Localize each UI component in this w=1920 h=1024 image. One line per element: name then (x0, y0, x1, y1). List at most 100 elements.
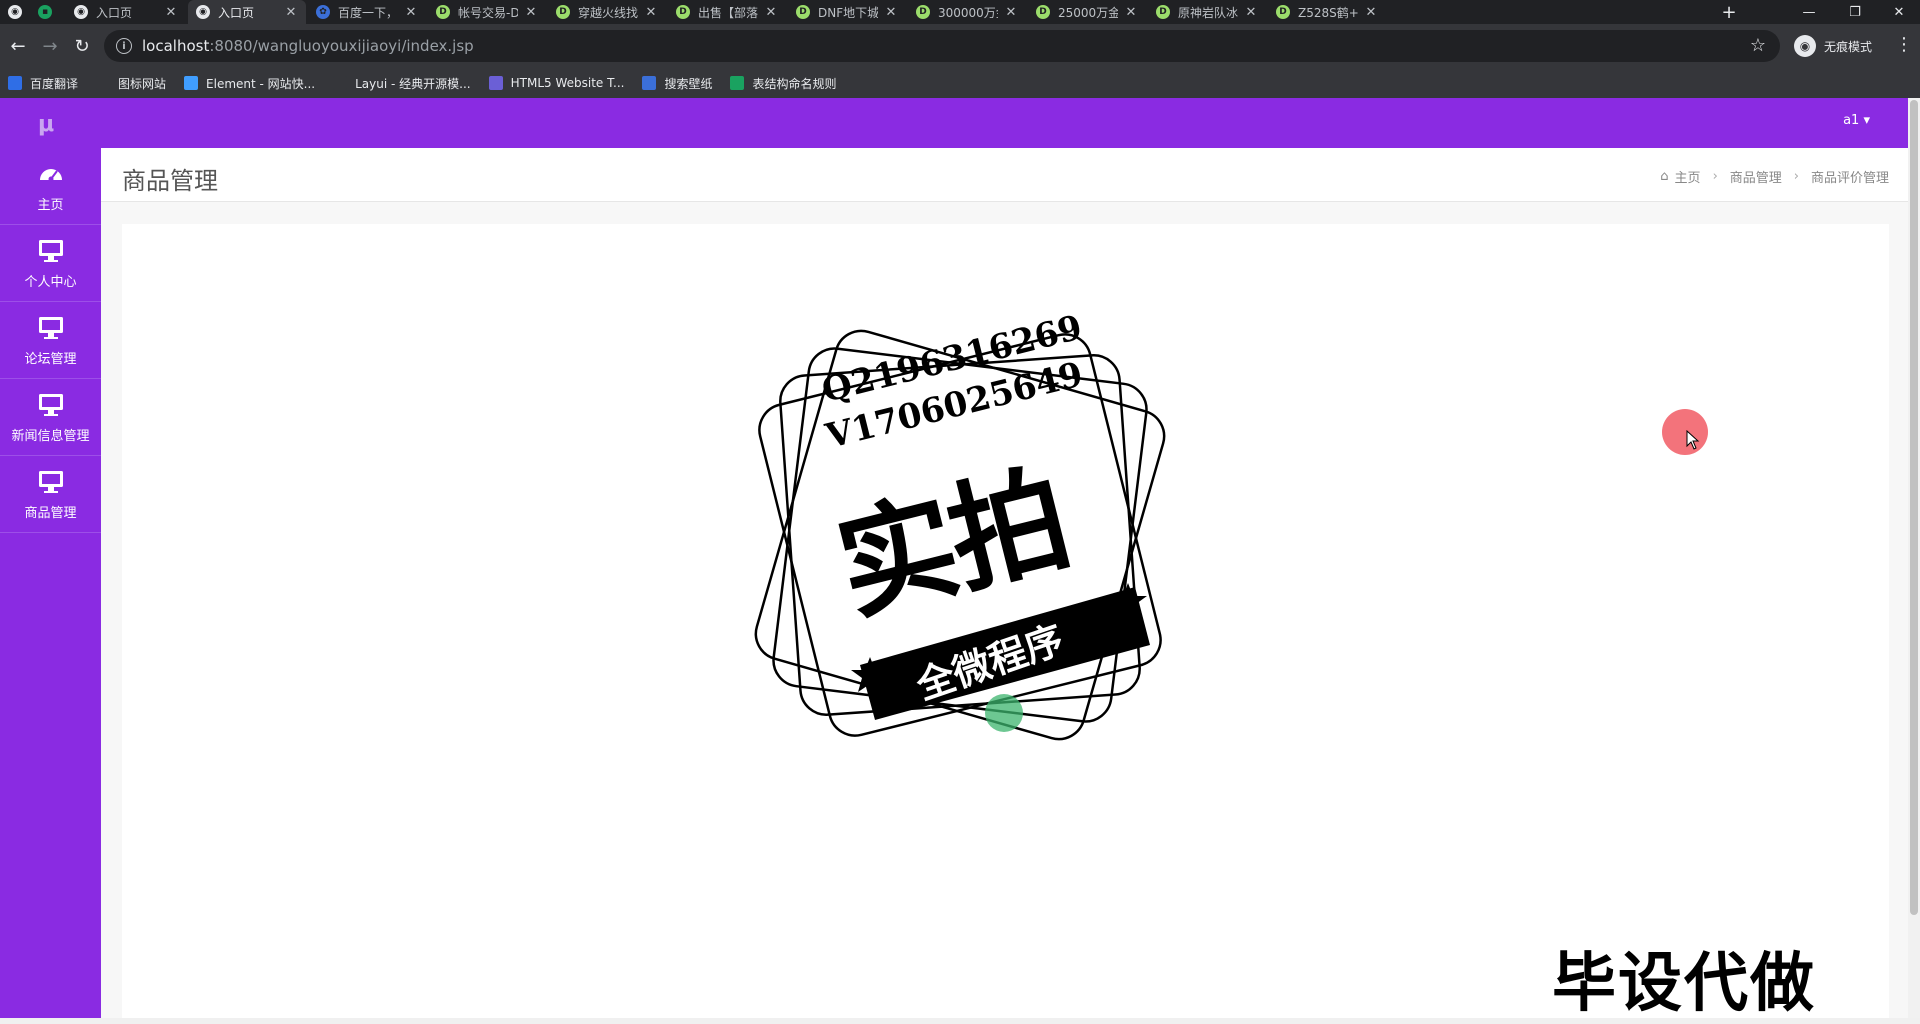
bookmark-star-icon[interactable]: ☆ (1750, 35, 1766, 56)
tab-close-icon[interactable]: ✕ (764, 5, 778, 20)
close-window-button[interactable]: ✕ (1876, 0, 1920, 24)
browser-tab[interactable]: ◉ 入口页 ✕ (188, 0, 306, 24)
tab-close-icon[interactable]: ✕ (644, 5, 658, 20)
browser-tab[interactable]: D 300000万金币 ✕ (908, 0, 1026, 24)
tab-close-icon[interactable]: ✕ (1124, 5, 1138, 20)
browser-tab[interactable]: D DNF地下城与勇 ✕ (788, 0, 906, 24)
d-icon: D (1276, 5, 1290, 19)
incognito-profile-button[interactable]: ◉ 无痕模式 (1794, 32, 1872, 60)
bookmark-item[interactable]: 搜索壁纸 (642, 75, 712, 92)
tab-close-icon[interactable]: ✕ (1004, 5, 1018, 20)
page-scrollbar[interactable] (1908, 98, 1920, 1018)
tab-title: 出售【部落】★ (698, 5, 758, 20)
tab-title: 帐号交易-DD3 (458, 5, 518, 20)
bookmark-icon (730, 76, 745, 90)
tab-close-icon[interactable]: ✕ (284, 5, 298, 20)
restore-button[interactable]: ❐ (1832, 0, 1878, 24)
address-url[interactable]: localhost:8080/wangluoyouxijiaoyi/index.… (142, 37, 474, 55)
breadcrumb-separator: › (1793, 169, 1799, 184)
sidebar-item[interactable]: 个人中心 (0, 225, 101, 302)
d-icon: D (796, 5, 810, 19)
browser-tab[interactable]: ✿ 百度一下，你就 ✕ (308, 0, 426, 24)
breadcrumb-separator: › (1712, 169, 1718, 184)
bookmark-item[interactable]: Element - 网站快... (184, 75, 315, 92)
browser-tab-strip: ◉ ▪ ◉ 入口页 ✕ ◉ 入口页 ✕ ✿ 百度一下，你就 ✕ D 帐号交易-DD3 ✕ D 穿越火线找回包 ✕… (0, 0, 1920, 24)
sidebar-item[interactable]: 主页 (0, 148, 101, 225)
sidebar-item[interactable]: 商品管理 (0, 456, 101, 533)
tab-title: 300000万金币 (938, 5, 998, 20)
bookmark-icon (333, 76, 348, 90)
forward-button[interactable]: → (38, 34, 62, 58)
breadcrumb-home[interactable]: 主页 (1675, 167, 1701, 186)
d-icon: D (916, 5, 930, 19)
back-button[interactable]: ← (6, 34, 30, 58)
bookmark-label: 搜索壁纸 (664, 76, 713, 91)
chrome-icon: ◉ (8, 5, 22, 19)
d-icon: D (556, 5, 570, 19)
browser-tab[interactable]: D 25000万金币= ✕ (1028, 0, 1146, 24)
profile-label: 无痕模式 (1824, 39, 1873, 54)
minimize-button[interactable]: — (1786, 0, 1832, 24)
bookmark-item[interactable]: 百度翻译 (8, 75, 78, 92)
tab-close-icon[interactable]: ✕ (1364, 5, 1378, 20)
tab-title: 入口页 (218, 5, 255, 20)
chrome-icon: ◉ (196, 5, 210, 19)
browser-tab[interactable]: ▪ (30, 0, 64, 24)
page-header: 商品管理 ⌂ 主页 › 商品管理 › 商品评价管理 (101, 148, 1908, 202)
bookmark-label: 表结构命名规则 (752, 76, 837, 91)
tab-close-icon[interactable]: ✕ (404, 5, 418, 20)
browser-menu-icon[interactable]: ⋮ (1895, 34, 1913, 55)
bookmark-item[interactable]: Layui - 经典开源模... (333, 75, 471, 92)
breadcrumb-goods[interactable]: 商品管理 (1730, 167, 1782, 186)
tab-close-icon[interactable]: ✕ (884, 5, 898, 20)
baidu-icon: ✿ (316, 5, 330, 19)
d-icon: D (1036, 5, 1050, 19)
browser-tab[interactable]: D 出售【部落】★ ✕ (668, 0, 786, 24)
bookmark-label: 百度翻译 (30, 76, 79, 91)
sidebar-item-label: 新闻信息管理 (11, 428, 90, 444)
new-tab-button[interactable]: + (1716, 0, 1742, 24)
address-bar[interactable]: i localhost:8080/wangluoyouxijiaoyi/inde… (104, 30, 1780, 62)
click-indicator (1662, 409, 1708, 455)
incognito-icon: ◉ (1794, 35, 1816, 57)
chrome-icon: ◉ (74, 5, 88, 19)
browser-tab[interactable]: D Z528S鹤+和国 ✕ (1268, 0, 1386, 24)
tab-title: 穿越火线找回包 (578, 5, 638, 20)
sidebar-item[interactable]: 论坛管理 (0, 302, 101, 379)
scrollbar-thumb[interactable] (1910, 100, 1918, 915)
home-icon: ⌂ (1660, 169, 1669, 184)
browser-tab[interactable]: ◉ 入口页 ✕ (66, 0, 186, 24)
reload-button[interactable]: ↻ (70, 34, 94, 58)
bookmark-label: Element - 网站快... (206, 76, 316, 91)
bookmark-icon (488, 76, 503, 90)
user-menu[interactable]: a1 ▾ (1843, 113, 1870, 128)
monitor-icon (37, 468, 65, 496)
app-header: μ a1 ▾ (0, 98, 1908, 148)
app-logo[interactable]: μ (38, 112, 54, 137)
sidebar-item[interactable]: 新闻信息管理 (0, 379, 101, 456)
tab-title: 原神岩队冰队 (1178, 5, 1238, 20)
site-info-icon[interactable]: i (116, 38, 132, 54)
tab-close-icon[interactable]: ✕ (164, 5, 178, 20)
tab-title: 入口页 (96, 5, 133, 20)
tab-title: 25000万金币= (1058, 5, 1118, 20)
bookmark-icon (96, 76, 111, 90)
sidebar-item-label: 主页 (37, 197, 64, 213)
bookmark-item[interactable]: HTML5 Website T... (488, 76, 625, 90)
bookmark-item[interactable]: 图标网站 (96, 75, 166, 92)
tab-close-icon[interactable]: ✕ (524, 5, 538, 20)
browser-tab[interactable]: D 原神岩队冰队 ✕ (1148, 0, 1266, 24)
browser-tab[interactable]: D 穿越火线找回包 ✕ (548, 0, 666, 24)
browser-tab[interactable]: ◉ (0, 0, 28, 24)
sidebar-item-label: 论坛管理 (24, 351, 77, 367)
browser-tab[interactable]: D 帐号交易-DD3 ✕ (428, 0, 546, 24)
tab-title: 百度一下，你就 (338, 5, 398, 20)
tab-close-icon[interactable]: ✕ (1244, 5, 1258, 20)
tab-title: DNF地下城与勇 (818, 5, 878, 20)
bookmark-label: HTML5 Website T... (510, 76, 625, 90)
mouse-cursor-icon (1686, 430, 1700, 450)
bookmark-item[interactable]: 表结构命名规则 (730, 75, 836, 92)
monitor-icon (37, 391, 65, 419)
dashboard-icon (37, 160, 65, 188)
monitor-icon (37, 237, 65, 265)
